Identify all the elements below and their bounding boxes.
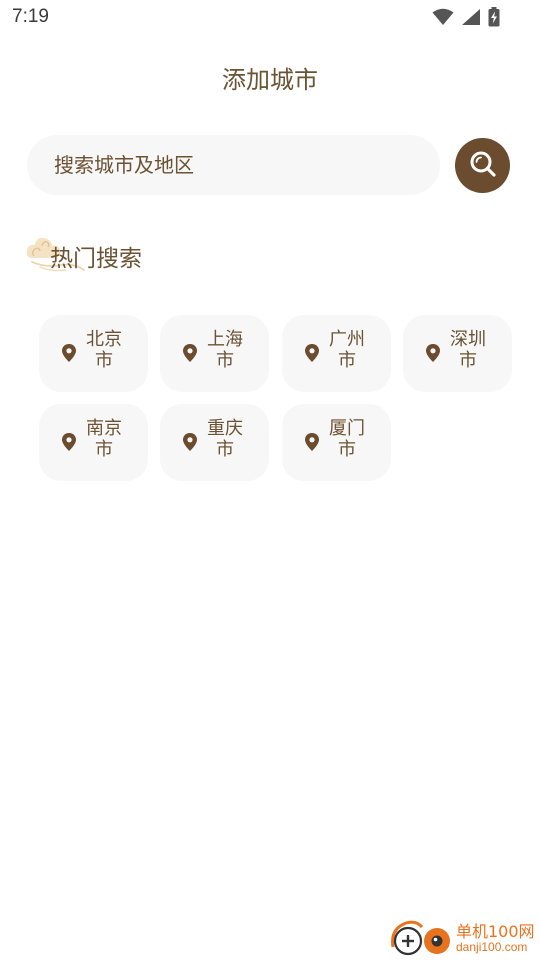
- location-pin-icon: [182, 432, 198, 456]
- search-box[interactable]: [27, 135, 440, 195]
- status-time: 7:19: [12, 6, 49, 27]
- watermark-site-name: 单机100网: [456, 922, 535, 941]
- watermark-domain: danji100.com: [456, 940, 528, 954]
- city-chip-label: 深圳市: [450, 329, 486, 371]
- city-chip-label: 上海市: [207, 329, 243, 371]
- site-watermark: 单机100网 danji100.com: [390, 915, 540, 960]
- status-bar: 7:19: [0, 0, 540, 38]
- search-icon: [468, 149, 498, 183]
- search-input[interactable]: [54, 153, 414, 177]
- city-chip-shanghai[interactable]: 上海市: [160, 315, 269, 392]
- city-chip-nanjing[interactable]: 南京市: [39, 404, 148, 481]
- location-pin-icon: [425, 343, 441, 367]
- city-chip-chongqing[interactable]: 重庆市: [160, 404, 269, 481]
- city-chip-shenzhen[interactable]: 深圳市: [403, 315, 512, 392]
- city-chip-label: 厦门市: [329, 418, 365, 460]
- city-chip-label: 南京市: [86, 418, 122, 460]
- location-pin-icon: [304, 343, 320, 367]
- cellular-signal-icon: [461, 8, 481, 30]
- city-chip-label: 重庆市: [207, 418, 243, 460]
- location-pin-icon: [182, 343, 198, 367]
- city-chip-guangzhou[interactable]: 广州市: [282, 315, 391, 392]
- city-chip-beijing[interactable]: 北京市: [39, 315, 148, 392]
- battery-charging-icon: [488, 7, 500, 31]
- watermark-logo-icon: [390, 917, 454, 960]
- hot-search-title: 热门搜索: [50, 246, 142, 272]
- city-chip-label: 广州市: [329, 329, 365, 371]
- search-button[interactable]: [455, 138, 510, 193]
- location-pin-icon: [61, 432, 77, 456]
- status-icons: [432, 7, 500, 31]
- location-pin-icon: [61, 343, 77, 367]
- page-title: 添加城市: [222, 66, 318, 94]
- city-chip-xiamen[interactable]: 厦门市: [282, 404, 391, 481]
- wifi-icon: [432, 8, 454, 30]
- location-pin-icon: [304, 432, 320, 456]
- city-chip-label: 北京市: [86, 329, 122, 371]
